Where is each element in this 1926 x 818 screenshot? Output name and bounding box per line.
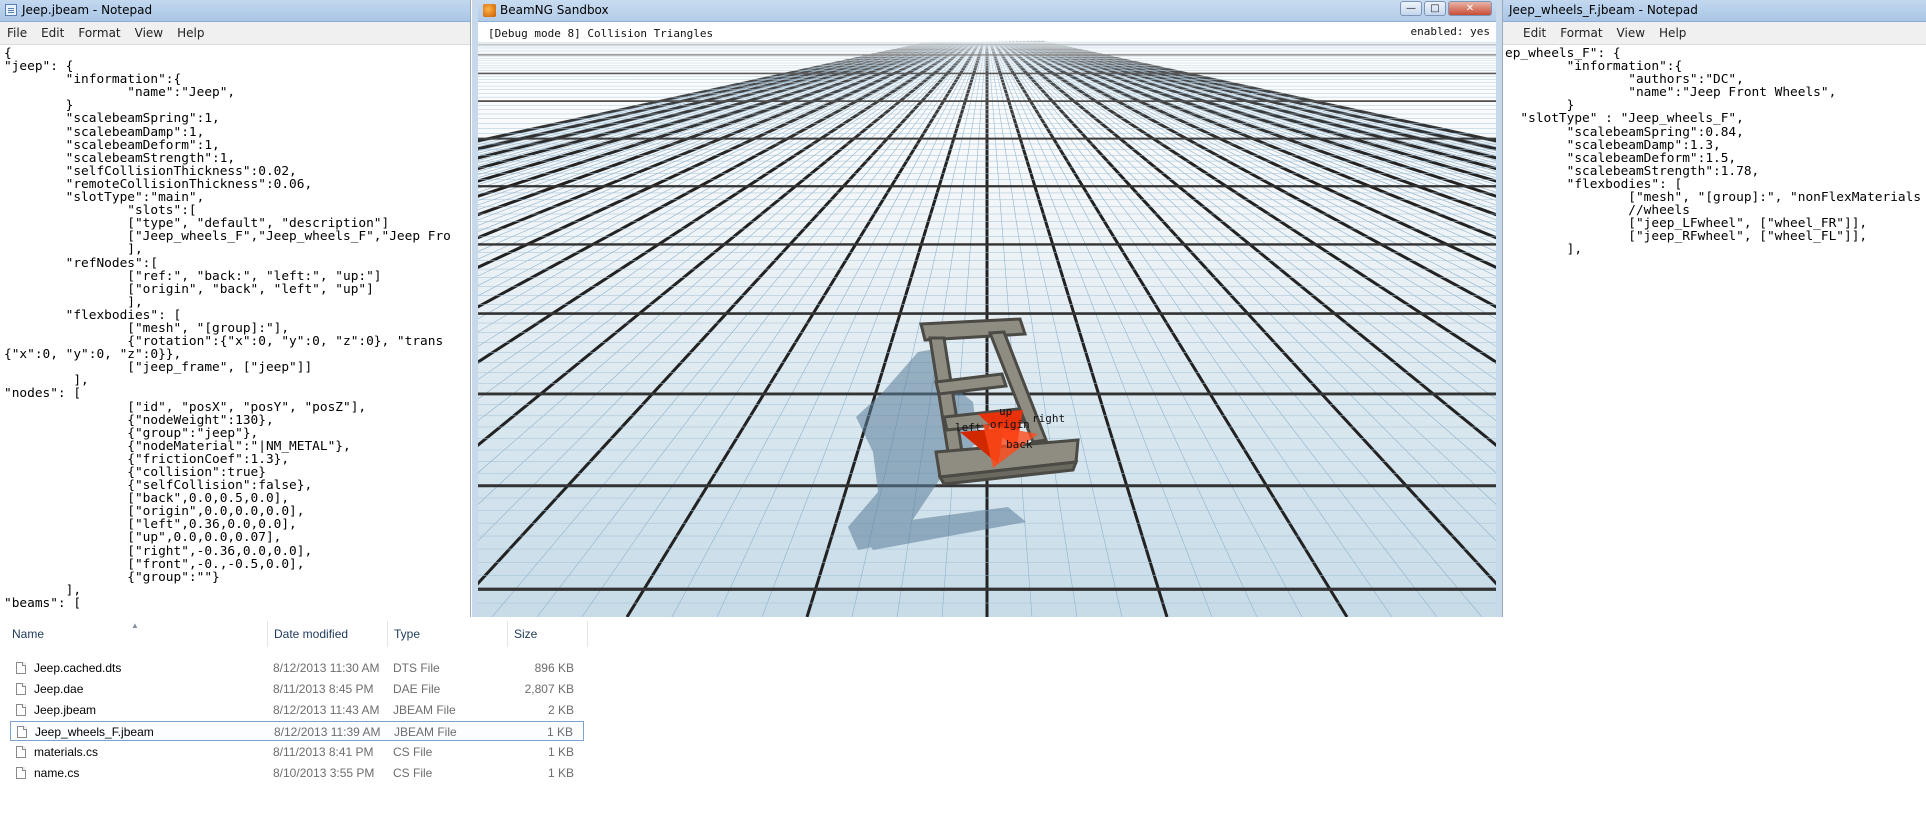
node-label-origin: origin bbox=[990, 418, 1030, 431]
file-date-modified: 8/11/2013 8:41 PM bbox=[273, 745, 374, 759]
file-explorer: Name ▲ Date modified Type Size Jeep.cach… bbox=[0, 617, 1400, 818]
file-row[interactable]: materials.cs 8/11/2013 8:41 PM CS File 1 KB bbox=[10, 742, 584, 762]
sort-ascending-icon: ▲ bbox=[131, 621, 139, 630]
notepad-jeep-menubar: File Edit Format View Help bbox=[0, 22, 470, 45]
window-title: Jeep_wheels_F.jbeam - Notepad bbox=[1509, 3, 1698, 17]
file-date-modified: 8/12/2013 11:30 AM bbox=[273, 661, 380, 675]
file-date-modified: 8/10/2013 3:55 PM bbox=[273, 766, 375, 780]
menu-format[interactable]: Format bbox=[78, 26, 120, 40]
window-title: Jeep.jbeam - Notepad bbox=[22, 3, 153, 17]
menu-view[interactable]: View bbox=[135, 26, 163, 40]
jeep-wheels-jbeam-text[interactable]: ep_wheels_F": { "information":{ "authors… bbox=[1503, 45, 1926, 257]
file-name: Jeep.dae bbox=[34, 682, 84, 696]
file-type: DTS File bbox=[393, 661, 440, 675]
file-type: CS File bbox=[393, 766, 433, 780]
3d-viewport[interactable]: up left origin right back [Debug mode 8]… bbox=[478, 22, 1496, 617]
menu-help[interactable]: Help bbox=[177, 26, 204, 40]
menu-edit[interactable]: Edit bbox=[41, 26, 64, 40]
file-name: Jeep_wheels_F.jbeam bbox=[35, 725, 154, 739]
node-label-back: back bbox=[1006, 438, 1033, 451]
file-icon bbox=[16, 704, 26, 716]
file-icon bbox=[16, 662, 26, 674]
menu-view[interactable]: View bbox=[1617, 26, 1645, 40]
node-label-right: right bbox=[1032, 412, 1065, 425]
file-date-modified: 8/12/2013 11:43 AM bbox=[273, 703, 380, 717]
file-icon bbox=[16, 767, 26, 779]
menu-format[interactable]: Format bbox=[1560, 26, 1602, 40]
file-icon bbox=[16, 683, 26, 695]
file-type: JBEAM File bbox=[393, 703, 456, 717]
jeep-jbeam-text[interactable]: { "jeep": { "information":{ "name":"Jeep… bbox=[0, 45, 470, 610]
file-row[interactable]: Jeep_wheels_F.jbeam 8/12/2013 11:39 AM JBE… bbox=[10, 721, 584, 741]
file-type: JBEAM File bbox=[394, 725, 457, 739]
file-name: Jeep.cached.dts bbox=[34, 661, 122, 675]
file-size: 896 KB bbox=[534, 661, 574, 675]
notepad-wheels-window: Jeep_wheels_F.jbeam - Notepad Edit Format… bbox=[1502, 0, 1926, 617]
file-size: 2 KB bbox=[547, 703, 574, 717]
file-row[interactable]: Jeep.dae 8/11/2013 8:45 PM DAE File 2,807 K… bbox=[10, 679, 584, 699]
notepad-wheels-titlebar[interactable]: Jeep_wheels_F.jbeam - Notepad bbox=[1503, 0, 1926, 22]
column-date-modified[interactable]: Date modified bbox=[268, 621, 388, 647]
close-button[interactable]: ✕ bbox=[1448, 1, 1492, 16]
notepad-jeep-titlebar[interactable]: Jeep.jbeam - Notepad bbox=[0, 0, 470, 22]
minimize-button[interactable]: — bbox=[1400, 1, 1422, 16]
node-label-left: left bbox=[955, 421, 982, 434]
beamng-titlebar[interactable]: BeamNG Sandbox — □ ✕ bbox=[478, 0, 1496, 22]
file-row[interactable]: name.cs 8/10/2013 3:55 PM CS File 1 KB bbox=[10, 763, 584, 783]
notepad-jeep-window: Jeep.jbeam - Notepad File Edit Format View H… bbox=[0, 0, 471, 617]
file-date-modified: 8/12/2013 11:39 AM bbox=[274, 725, 381, 739]
beamng-window: BeamNG Sandbox — □ ✕ up left origin righ… bbox=[472, 0, 1502, 617]
enabled-status: enabled: yes bbox=[1410, 25, 1490, 38]
file-size: 1 KB bbox=[547, 766, 574, 780]
notepad-wheels-editor[interactable]: ep_wheels_F": { "information":{ "authors… bbox=[1503, 45, 1926, 617]
menu-help[interactable]: Help bbox=[1659, 26, 1686, 40]
column-headers: Name ▲ Date modified Type Size bbox=[0, 621, 590, 647]
file-name: Jeep.jbeam bbox=[34, 703, 97, 717]
file-size: 1 KB bbox=[547, 745, 574, 759]
column-size[interactable]: Size bbox=[508, 621, 588, 647]
file-row[interactable]: Jeep.jbeam 8/12/2013 11:43 AM JBEAM File 2 … bbox=[10, 700, 584, 720]
beamng-app-icon bbox=[483, 4, 496, 17]
notepad-jeep-editor[interactable]: { "jeep": { "information":{ "name":"Jeep… bbox=[0, 45, 470, 617]
debug-mode-label: [Debug mode 8] Collision Triangles bbox=[484, 26, 982, 42]
file-size: 1 KB bbox=[546, 725, 573, 739]
file-date-modified: 8/11/2013 8:45 PM bbox=[273, 682, 374, 696]
notepad-icon bbox=[5, 4, 17, 16]
horizon-haze bbox=[478, 22, 1496, 162]
file-row[interactable]: Jeep.cached.dts 8/12/2013 11:30 AM DTS Fil… bbox=[10, 658, 584, 678]
file-icon bbox=[16, 746, 26, 758]
file-type: CS File bbox=[393, 745, 433, 759]
maximize-button[interactable]: □ bbox=[1424, 1, 1446, 16]
notepad-wheels-menubar: Edit Format View Help bbox=[1503, 22, 1926, 45]
viewport-scene: up left origin right back bbox=[478, 22, 1496, 617]
window-title: BeamNG Sandbox bbox=[500, 3, 609, 17]
node-label-up: up bbox=[999, 405, 1012, 418]
file-name: name.cs bbox=[34, 766, 80, 780]
menu-edit[interactable]: Edit bbox=[1523, 26, 1546, 40]
file-name: materials.cs bbox=[34, 745, 99, 759]
file-type: DAE File bbox=[393, 682, 441, 696]
file-size: 2,807 KB bbox=[524, 682, 574, 696]
menu-file[interactable]: File bbox=[7, 26, 27, 40]
file-icon bbox=[17, 726, 27, 738]
column-type[interactable]: Type bbox=[388, 621, 508, 647]
